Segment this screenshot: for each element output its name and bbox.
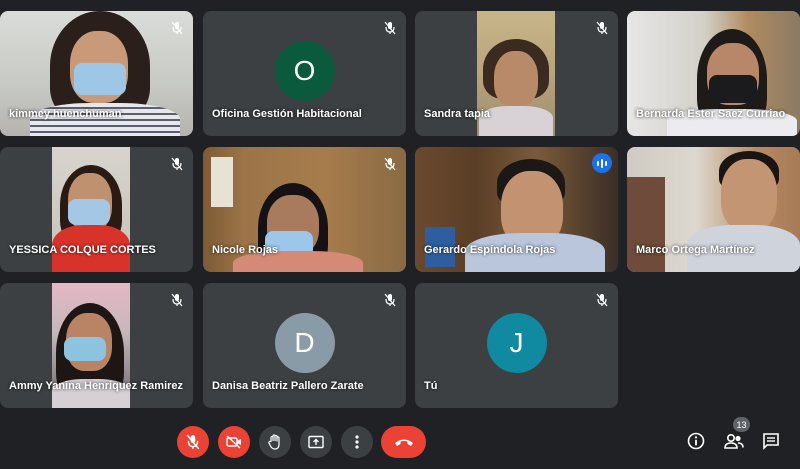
mic-off-icon [186,434,200,450]
participant-tile[interactable]: Nicole Rojas [203,147,406,272]
participant-tile[interactable]: Marco Ortega Martínez [627,147,800,272]
raise-hand-button[interactable] [259,426,291,458]
mic-off-icon [384,293,396,307]
participant-tile[interactable]: D Danisa Beatriz Pallero Zarate [203,283,406,408]
participant-grid: kimmey huenchuman O Oficina Gestión Habi… [0,0,800,420]
participant-name: Danisa Beatriz Pallero Zarate [212,380,364,392]
info-icon [687,432,705,450]
participant-tile[interactable]: Bernarda Ester Saez Curriao [627,11,800,136]
present-screen-icon [308,435,324,449]
participant-tile[interactable]: YESSICA COLQUE CORTES [0,147,193,272]
more-options-icon [355,435,359,449]
participant-tile[interactable]: O Oficina Gestión Habitacional [203,11,406,136]
mic-off-icon [171,157,183,171]
show-everyone-button[interactable] [723,430,745,452]
participant-name: Gerardo Espíndola Rojas [424,244,556,256]
more-options-button[interactable] [341,426,373,458]
participant-avatar: J [486,312,547,373]
mic-off-icon [596,293,608,307]
end-call-icon [394,439,413,446]
toggle-camera-button[interactable] [218,426,250,458]
present-now-button[interactable] [300,426,332,458]
participant-count-badge: 13 [733,417,750,432]
participant-tile[interactable]: kimmey huenchuman [0,11,193,136]
participant-avatar: O [274,40,335,101]
participant-name: Nicole Rojas [212,244,279,256]
mic-off-icon [384,157,396,171]
mic-off-icon [171,293,183,307]
mic-off-icon [384,21,396,35]
participant-tile[interactable]: J Tú [415,283,618,408]
participant-name: Bernarda Ester Saez Curriao [636,108,786,120]
meeting-controls [0,420,800,469]
participant-name: kimmey huenchuman [9,108,122,120]
mic-off-icon [171,21,183,35]
participant-name: Ammy Yanina Henriquez Ramirez [9,380,184,392]
participant-tile[interactable]: Gerardo Espíndola Rojas [415,147,618,272]
participant-name: YESSICA COLQUE CORTES [9,244,156,256]
participant-tile[interactable]: Ammy Yanina Henriquez Ramirez [0,283,193,408]
raise-hand-icon [268,434,280,450]
participant-name: Marco Ortega Martínez [636,244,755,256]
participant-avatar: D [274,312,335,373]
people-icon [724,433,744,449]
chat-icon [763,433,779,450]
mic-off-icon [596,21,608,35]
camera-off-icon [226,435,241,449]
speaking-indicator-icon [592,153,612,173]
participant-tile[interactable]: Sandra tapia [415,11,618,136]
participant-name: Tú [424,380,438,392]
toggle-mic-button[interactable] [177,426,209,458]
meeting-details-button[interactable] [685,430,707,452]
participant-name: Sandra tapia [424,108,491,120]
end-call-button[interactable] [381,426,426,458]
chat-button[interactable] [760,430,782,452]
participant-name: Oficina Gestión Habitacional [212,108,362,120]
